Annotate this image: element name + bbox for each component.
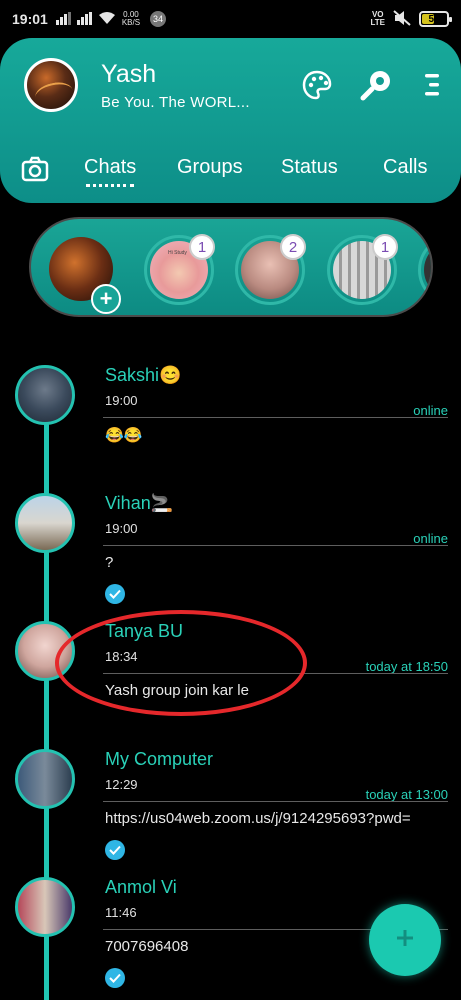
contact-avatar[interactable]: [15, 493, 75, 553]
presence-status: online: [413, 403, 448, 418]
new-chat-fab[interactable]: [369, 904, 441, 976]
tab-status[interactable]: Status: [281, 156, 338, 179]
chat-row[interactable]: Tanya BU 18:34 today at 18:50 Yash group…: [0, 621, 461, 741]
status-time: 19:01: [12, 11, 48, 27]
camera-icon[interactable]: [20, 154, 50, 184]
contact-name: Tanya BU: [105, 621, 184, 641]
tab-bar: Chats Groups Status Calls: [0, 148, 461, 192]
profile-name[interactable]: Yash: [101, 60, 156, 89]
tab-groups[interactable]: Groups: [177, 156, 243, 179]
chat-row[interactable]: Vihan🚬 19:00 online ?: [0, 493, 461, 613]
wifi-icon: [98, 11, 116, 28]
app-header: Yash Be You. The WORL... Chats Groups St…: [0, 38, 461, 203]
tab-chats[interactable]: Chats: [84, 156, 136, 187]
story-item[interactable]: Hi Study 1: [144, 234, 215, 305]
last-message: ?: [105, 554, 114, 571]
story-count-badge: 2: [280, 234, 306, 260]
volte-line2: LTE: [370, 18, 385, 27]
contact-avatar[interactable]: [15, 621, 75, 681]
notification-count-badge: 34: [150, 11, 167, 27]
presence-status: online: [413, 531, 448, 546]
row-divider: [103, 545, 448, 546]
chat-time: 18:34: [105, 649, 138, 664]
story-count-badge: 1: [372, 234, 398, 260]
net-speed-unit: KB/S: [121, 18, 141, 27]
story-count-badge: 1: [189, 234, 215, 260]
chat-row[interactable]: My Computer 12:29 today at 13:00 https:/…: [0, 749, 461, 869]
signal-icon: [55, 12, 71, 25]
story-tag: Hi Study: [168, 250, 187, 256]
story-thumbnail: [424, 241, 431, 299]
row-divider: [103, 801, 448, 802]
contact-name: Vihan🚬: [105, 493, 174, 513]
contact-avatar[interactable]: [15, 877, 75, 937]
story-item[interactable]: 2: [235, 234, 306, 305]
chat-time: 11:46: [105, 905, 137, 920]
chat-time: 19:00: [105, 393, 138, 408]
contact-name: Sakshi😊: [105, 365, 182, 385]
story-item-partial[interactable]: [418, 235, 431, 305]
menu-icon[interactable]: [416, 68, 450, 102]
last-message: Yash group join kar le: [105, 682, 249, 699]
contact-avatar[interactable]: [15, 365, 75, 425]
read-check-icon: [105, 584, 125, 604]
story-item[interactable]: 1: [327, 234, 398, 305]
search-icon[interactable]: [360, 68, 394, 102]
chat-time: 12:29: [105, 777, 138, 792]
read-check-icon: [105, 968, 125, 988]
status-bar: 19:01 0.00 KB/S 34 VO LTE 51: [0, 0, 461, 38]
presence-status: today at 13:00: [365, 787, 448, 802]
stories-strip: + Hi Study 1 2 1: [29, 217, 433, 317]
read-check-icon: [105, 840, 125, 860]
presence-status: today at 18:50: [365, 659, 448, 674]
chat-time: 19:00: [105, 521, 138, 536]
mute-icon: [393, 9, 411, 29]
last-message: 😂😂: [105, 427, 143, 444]
add-story-button[interactable]: +: [91, 284, 121, 314]
signal-icon-2: [76, 12, 92, 25]
profile-status[interactable]: Be You. The WORL...: [101, 94, 250, 111]
palette-icon[interactable]: [300, 68, 334, 102]
plus-icon: [394, 927, 416, 954]
profile-avatar[interactable]: [24, 58, 78, 112]
contact-name: Anmol Vi: [105, 877, 177, 897]
tab-calls[interactable]: Calls: [383, 156, 427, 179]
battery-icon: 51: [419, 11, 452, 27]
volte-indicator: VO LTE: [370, 11, 385, 27]
row-divider: [103, 673, 448, 674]
contact-avatar[interactable]: [15, 749, 75, 809]
net-speed: 0.00 KB/S: [122, 11, 140, 27]
battery-level: 51: [428, 13, 440, 25]
chat-row[interactable]: Sakshi😊 19:00 online 😂😂: [0, 365, 461, 485]
contact-name: My Computer: [105, 749, 214, 769]
last-message: https://us04web.zoom.us/j/9124295693?pwd…: [105, 810, 411, 827]
row-divider: [103, 417, 448, 418]
